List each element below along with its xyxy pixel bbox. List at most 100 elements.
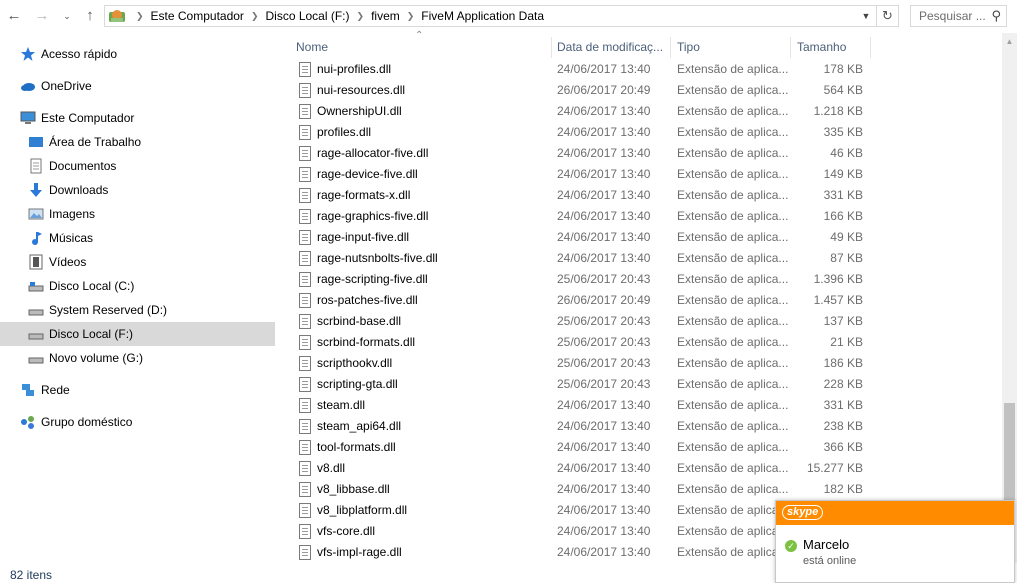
file-size: 46 KB [830,146,863,160]
file-size: 15.277 KB [806,461,863,475]
dll-file-icon [299,83,311,98]
file-row[interactable]: nui-resources.dll 26/06/2017 20:49 Extensã… [290,80,1002,101]
nav-item-imagens[interactable]: Imagens [0,202,275,226]
file-row[interactable]: ros-patches-five.dll 26/06/2017 20:49 Exte… [290,290,1002,311]
column-header-size[interactable]: Tamanho [791,37,871,58]
search-input[interactable]: Pesquisar ... ⚲ [910,5,1007,27]
file-row[interactable]: scrbind-formats.dll 25/06/2017 20:43 Exten… [290,332,1002,353]
file-size: 564 KB [823,83,863,97]
file-row[interactable]: steam_api64.dll 24/06/2017 13:40 Extensão … [290,416,1002,437]
nav-item-system-reserved-d[interactable]: System Reserved (D:) [0,298,275,322]
file-date-modified: 24/06/2017 13:40 [557,482,651,496]
nav-item-videos[interactable]: Vídeos [0,250,275,274]
nav-item-novo-volume-g[interactable]: Novo volume (G:) [0,346,275,370]
breadcrumb-separator-icon[interactable]: ❯ [407,11,415,22]
skype-logo: skype [782,505,824,520]
breadcrumb-fivem-application-data[interactable]: FiveM Application Data [421,9,544,23]
column-header-name[interactable]: Nome [290,37,552,58]
back-arrow-icon[interactable]: ← [5,6,23,26]
file-type: Extensão de aplica... [677,356,789,370]
file-name: v8.dll [317,461,346,475]
nav-item-este-computador[interactable]: Este Computador [0,106,275,130]
column-header-type[interactable]: Tipo [671,37,791,58]
dll-file-icon [299,167,311,182]
file-date-modified: 26/06/2017 20:49 [557,293,651,307]
scroll-up-arrow-icon[interactable]: ▲ [1002,33,1017,50]
file-date-modified: 24/06/2017 13:40 [557,440,651,454]
file-row[interactable]: rage-device-five.dll 24/06/2017 13:40 Exte… [290,164,1002,185]
drive-icon [28,302,44,318]
nav-item-downloads[interactable]: Downloads [0,178,275,202]
file-date-modified: 24/06/2017 13:40 [557,503,651,517]
file-size: 178 KB [823,62,863,76]
column-header-date[interactable]: Data de modificaç... [551,37,671,58]
nav-item-onedrive[interactable]: OneDrive [0,74,275,98]
dll-file-icon [299,398,311,413]
file-size: 228 KB [823,377,863,391]
skype-notification[interactable]: skype ✓ Marcelo está online [775,500,1015,583]
file-row[interactable]: scripting-gta.dll 25/06/2017 20:43 Extensã… [290,374,1002,395]
breadcrumb-fivem[interactable]: fivem [371,9,400,23]
homegroup-icon [20,414,36,430]
nav-item-grupo-domestico[interactable]: Grupo doméstico [0,410,275,434]
address-history-chevron-icon[interactable]: ▼ [858,6,874,26]
nav-item-documentos[interactable]: Documentos [0,154,275,178]
file-row[interactable]: rage-formats-x.dll 24/06/2017 13:40 Extens… [290,185,1002,206]
vertical-scrollbar[interactable]: ▲ [1002,33,1017,563]
file-row[interactable]: OwnershipUI.dll 24/06/2017 13:40 Extensão … [290,101,1002,122]
forward-arrow-icon[interactable]: → [33,6,51,26]
file-row[interactable]: v8_libbase.dll 24/06/2017 13:40 Extensão d… [290,479,1002,500]
nav-item-musicas[interactable]: Músicas [0,226,275,250]
refresh-icon[interactable]: ↻ [876,5,898,27]
file-list: ⌃ Nome Data de modificaç... Tipo Tamanho… [290,30,1002,563]
file-row[interactable]: rage-scripting-five.dll 25/06/2017 20:43 E… [290,269,1002,290]
up-arrow-icon[interactable]: ↑ [81,6,99,26]
nav-item-label: Área de Trabalho [49,135,142,149]
file-row[interactable]: scripthookv.dll 25/06/2017 20:43 Extensão … [290,353,1002,374]
breadcrumb-disco-local-f[interactable]: Disco Local (F:) [265,9,349,23]
file-row[interactable]: rage-nutsnbolts-five.dll 24/06/2017 13:40… [290,248,1002,269]
nav-item-rede[interactable]: Rede [0,378,275,402]
file-size: 1.218 KB [813,104,863,118]
file-row[interactable]: nui-profiles.dll 24/06/2017 13:40 Extensão… [290,59,1002,80]
dll-file-icon [299,356,311,371]
file-row[interactable]: profiles.dll 24/06/2017 13:40 Extensão de … [290,122,1002,143]
file-name: nui-profiles.dll [317,62,392,76]
file-date-modified: 24/06/2017 13:40 [557,167,651,181]
address-toolbar: ← → ⌄ ↑ ❯ Este Computador ❯ Disco Local … [0,0,1017,33]
nav-item-acesso-rapido[interactable]: Acesso rápido [0,42,275,66]
recent-locations-chevron-icon[interactable]: ⌄ [58,6,76,26]
file-row[interactable]: rage-graphics-five.dll 24/06/2017 13:40 Ex… [290,206,1002,227]
file-row[interactable]: steam.dll 24/06/2017 13:40 Extensão de apl… [290,395,1002,416]
breadcrumb-este-computador[interactable]: Este Computador [151,9,244,23]
file-row[interactable]: rage-allocator-five.dll 24/06/2017 13:40 E… [290,143,1002,164]
breadcrumb-separator-icon[interactable]: ❯ [357,11,365,22]
nav-item-disco-local-f[interactable]: Disco Local (F:) [0,322,275,346]
cloud-icon [20,78,36,94]
file-date-modified: 25/06/2017 20:43 [557,377,651,391]
breadcrumb-separator-icon[interactable]: ❯ [251,11,259,22]
nav-item-label: Documentos [49,159,117,173]
picture-icon [28,206,44,222]
file-row[interactable]: v8.dll 24/06/2017 13:40 Extensão de aplica… [290,458,1002,479]
file-row[interactable]: tool-formats.dll 24/06/2017 13:40 Extensão… [290,437,1002,458]
dll-file-icon [299,419,311,434]
file-row[interactable]: scrbind-base.dll 25/06/2017 20:43 Extensão… [290,311,1002,332]
file-date-modified: 24/06/2017 13:40 [557,62,651,76]
address-bar[interactable]: ❯ Este Computador ❯ Disco Local (F:) ❯ f… [104,5,899,27]
file-date-modified: 24/06/2017 13:40 [557,146,651,160]
file-size: 1.457 KB [813,293,863,307]
nav-item-area-de-trabalho[interactable]: Área de Trabalho [0,130,275,154]
nav-item-label: OneDrive [41,79,92,93]
nav-item-disco-local-c[interactable]: Disco Local (C:) [0,274,275,298]
file-name: v8_libbase.dll [317,482,390,496]
file-type: Extensão de aplica... [677,419,789,433]
file-date-modified: 25/06/2017 20:43 [557,356,651,370]
file-date-modified: 24/06/2017 13:40 [557,545,651,559]
dll-file-icon [299,293,311,308]
dll-file-icon [299,314,311,329]
dll-file-icon [299,335,311,350]
file-row[interactable]: rage-input-five.dll 24/06/2017 13:40 Exten… [290,227,1002,248]
file-size: 87 KB [830,251,863,265]
nav-item-label: Downloads [49,183,109,197]
